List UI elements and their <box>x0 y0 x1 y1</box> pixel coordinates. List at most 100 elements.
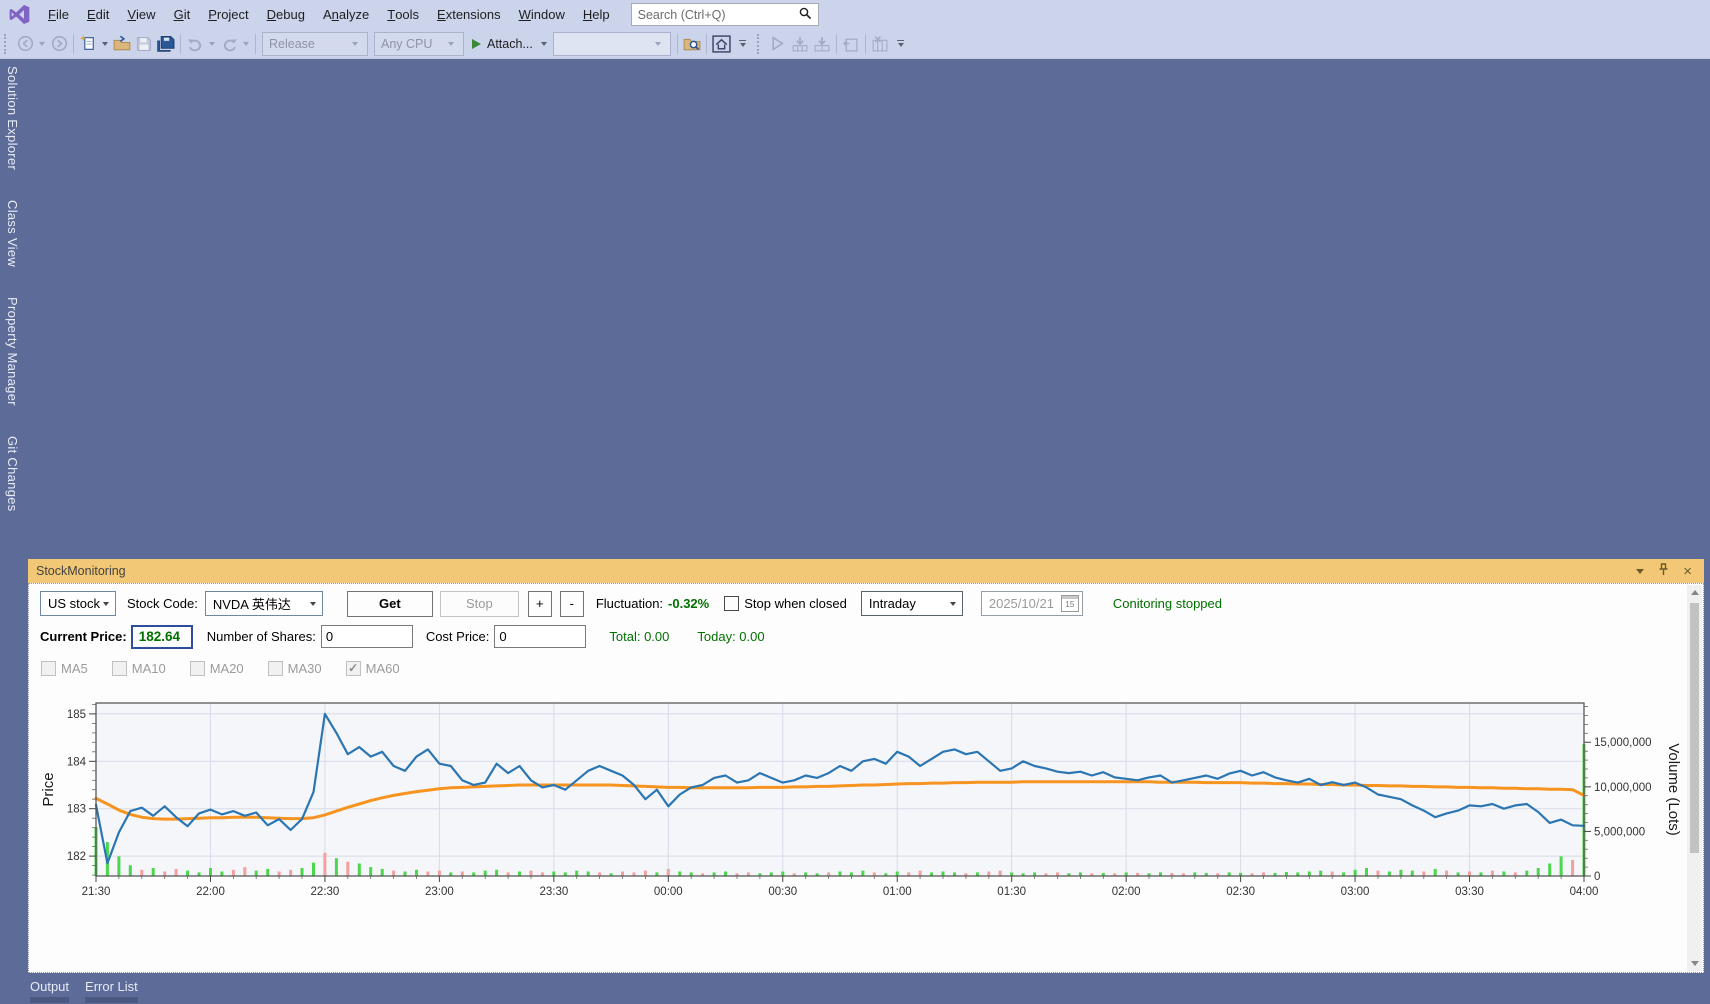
toolbar-overflow-button[interactable] <box>737 40 749 47</box>
search-input[interactable]: Search (Ctrl+Q) <box>631 3 819 26</box>
navigate-forward-button[interactable] <box>48 32 70 56</box>
close-icon[interactable]: × <box>1683 564 1692 579</box>
side-tab-class-view[interactable]: Class View <box>2 198 23 269</box>
svg-text:03:30: 03:30 <box>1455 886 1484 898</box>
bottom-tab-strip: Output Error List <box>30 979 138 1003</box>
market-combo[interactable]: US stock <box>40 591 116 616</box>
search-icon[interactable] <box>799 7 812 23</box>
ma60-checkbox[interactable]: ✓ <box>346 661 361 676</box>
svg-text:02:00: 02:00 <box>1112 886 1141 898</box>
stop-button[interactable]: Stop <box>440 591 519 617</box>
scrollbar-thumb[interactable] <box>1690 603 1699 853</box>
get-button[interactable]: Get <box>347 591 433 617</box>
navigate-back-dropdown[interactable] <box>39 42 45 46</box>
volume-axis-title: Volume (Lots) <box>1665 743 1682 836</box>
menu-file[interactable]: File <box>39 0 78 29</box>
menu-extensions[interactable]: Extensions <box>428 0 510 29</box>
menu-view[interactable]: View <box>118 0 164 29</box>
undo-button[interactable] <box>184 32 206 56</box>
menu-git[interactable]: Git <box>165 0 200 29</box>
zoom-in-button[interactable]: + <box>528 591 552 617</box>
stop-when-closed-checkbox[interactable] <box>724 596 739 611</box>
svg-text:02:30: 02:30 <box>1226 886 1255 898</box>
ma5-label: MA5 <box>61 661 88 676</box>
save-button[interactable] <box>133 32 155 56</box>
ma10-checkbox[interactable] <box>112 661 127 676</box>
shares-input[interactable] <box>321 625 413 648</box>
run-tests-button[interactable] <box>767 32 789 56</box>
import-data-button[interactable] <box>789 32 811 56</box>
bottom-tab-error-list[interactable]: Error List <box>85 979 138 1003</box>
cost-price-input[interactable] <box>494 625 586 648</box>
stock-code-combo[interactable]: NVDA 英伟达 <box>205 591 323 616</box>
controls-row-2: Current Price: 182.64 Number of Shares: … <box>29 624 765 649</box>
new-project-dropdown[interactable] <box>102 42 108 46</box>
redo-dropdown[interactable] <box>243 42 249 46</box>
debug-target-combo[interactable] <box>553 32 671 56</box>
side-tab-git-changes[interactable]: Git Changes <box>2 434 23 514</box>
pin-icon[interactable] <box>1658 563 1669 579</box>
svg-text:5,000,000: 5,000,000 <box>1594 826 1645 838</box>
solution-platform-combo[interactable]: Any CPU <box>374 32 464 56</box>
menu-project[interactable]: Project <box>199 0 257 29</box>
tool-window-titlebar[interactable]: StockMonitoring × <box>28 559 1704 583</box>
side-tab-property-manager[interactable]: Property Manager <box>2 295 23 408</box>
toolbar-grip-2[interactable] <box>757 34 762 54</box>
search-placeholder: Search (Ctrl+Q) <box>638 8 726 22</box>
visual-studio-logo-icon <box>9 5 30 24</box>
navigate-back-button[interactable] <box>14 32 36 56</box>
home-button[interactable] <box>710 32 733 56</box>
svg-text:185: 185 <box>67 709 86 721</box>
menu-window[interactable]: Window <box>510 0 574 29</box>
menu-bar: FileEditViewGitProjectDebugAnalyzeToolsE… <box>0 0 1710 29</box>
stock-monitoring-window: StockMonitoring × 18218318418505,000,000… <box>28 559 1704 973</box>
period-combo[interactable]: Intraday <box>861 591 963 616</box>
calendar-icon[interactable]: 15 <box>1061 595 1079 612</box>
toolbar-grip[interactable] <box>4 34 9 54</box>
menu-debug[interactable]: Debug <box>258 0 314 29</box>
ma5-checkbox[interactable] <box>41 661 56 676</box>
ma20-checkbox[interactable] <box>190 661 205 676</box>
new-project-button[interactable] <box>77 32 99 56</box>
undo-dropdown[interactable] <box>209 42 215 46</box>
menu-tools[interactable]: Tools <box>378 0 428 29</box>
ma60-label: MA60 <box>366 661 400 676</box>
attach-button[interactable]: Attach... <box>467 32 538 56</box>
attach-dropdown[interactable] <box>541 42 547 46</box>
stop-when-closed-label: Stop when closed <box>744 596 847 611</box>
ma30-checkbox[interactable] <box>268 661 283 676</box>
today-value: Today: 0.00 <box>697 629 764 644</box>
menu-help[interactable]: Help <box>574 0 619 29</box>
side-tab-solution-explorer[interactable]: Solution Explorer <box>2 64 23 172</box>
svg-text:01:00: 01:00 <box>883 886 912 898</box>
svg-text:182: 182 <box>67 851 86 863</box>
menu-items: FileEditViewGitProjectDebugAnalyzeToolsE… <box>39 0 619 29</box>
scroll-up-icon[interactable] <box>1691 590 1699 595</box>
svg-text:21:30: 21:30 <box>82 886 111 898</box>
delete-data-button[interactable] <box>869 32 891 56</box>
window-position-icon[interactable] <box>1636 569 1644 574</box>
svg-text:15,000,000: 15,000,000 <box>1594 737 1652 749</box>
redo-button[interactable] <box>218 32 240 56</box>
zoom-out-button[interactable]: - <box>560 591 584 617</box>
export-data-button[interactable] <box>840 32 862 56</box>
menu-edit[interactable]: Edit <box>78 0 118 29</box>
svg-text:22:30: 22:30 <box>311 886 340 898</box>
vertical-scrollbar[interactable] <box>1687 585 1702 971</box>
bottom-tab-output[interactable]: Output <box>30 979 69 1003</box>
svg-text:184: 184 <box>67 756 87 768</box>
menu-analyze[interactable]: Analyze <box>314 0 378 29</box>
svg-text:23:00: 23:00 <box>425 886 454 898</box>
svg-text:00:30: 00:30 <box>768 886 797 898</box>
svg-text:03:00: 03:00 <box>1341 886 1370 898</box>
open-file-button[interactable] <box>111 32 133 56</box>
date-picker[interactable]: 2025/10/21 15 <box>981 591 1083 616</box>
svg-text:00:00: 00:00 <box>654 886 683 898</box>
toolbar-overflow-button-2[interactable] <box>895 40 907 47</box>
save-all-button[interactable] <box>155 32 177 56</box>
svg-text:22:00: 22:00 <box>196 886 225 898</box>
solution-configuration-combo[interactable]: Release <box>262 32 368 56</box>
import-data-button-2[interactable] <box>811 32 833 56</box>
scroll-down-icon[interactable] <box>1691 961 1699 966</box>
find-in-files-button[interactable] <box>681 32 703 56</box>
